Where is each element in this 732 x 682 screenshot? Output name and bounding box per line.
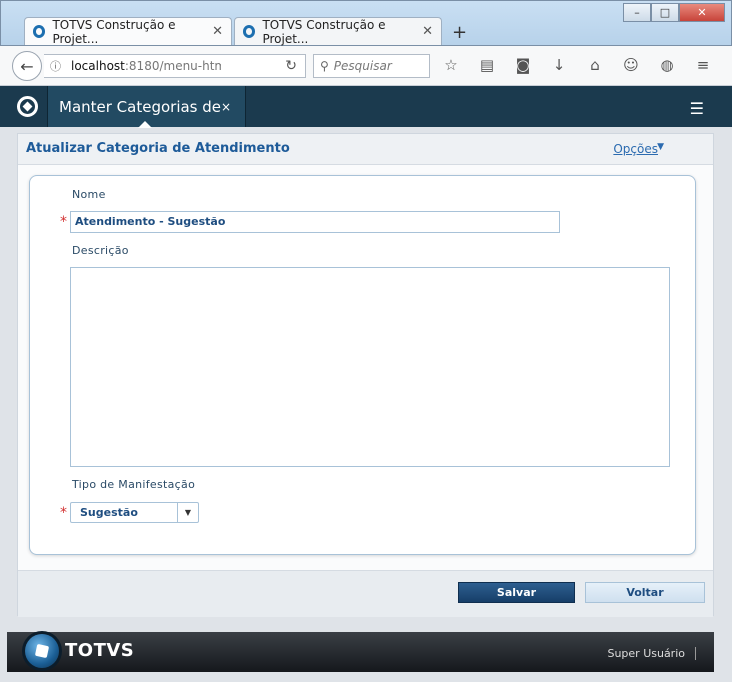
new-tab-button[interactable]: + bbox=[452, 22, 467, 43]
maximize-button[interactable]: □ bbox=[651, 3, 679, 22]
totvs-favicon-icon bbox=[243, 25, 256, 38]
tab-title: TOTVS Construção e Projet... bbox=[262, 17, 386, 46]
download-icon[interactable]: ↓ bbox=[548, 56, 570, 74]
navigation-bar: ← ⓘ localhost:8180/menu-html, ↻ ⚲ Pesqui… bbox=[0, 46, 732, 86]
browser-window: – □ ✕ TOTVS Construção e Projet... ✕ TOT… bbox=[0, 0, 732, 682]
search-placeholder: Pesquisar bbox=[333, 59, 392, 73]
caret-down-icon[interactable]: ▼ bbox=[657, 142, 664, 152]
current-user[interactable]: Super Usuário bbox=[607, 647, 696, 660]
required-marker: * bbox=[60, 505, 67, 521]
info-icon[interactable]: ⓘ bbox=[50, 58, 61, 74]
tipo-manifestacao-select[interactable]: Sugestão ▼ bbox=[70, 502, 199, 523]
app-tab-manter-categorias[interactable]: Manter Categorias de × bbox=[47, 86, 246, 128]
home-icon[interactable]: ⌂ bbox=[584, 56, 606, 74]
nome-label: Nome bbox=[72, 188, 106, 201]
tab-title: TOTVS Construção e Projet... bbox=[52, 17, 176, 46]
form-panel: Atualizar Categoria de Atendimento Opçõe… bbox=[17, 133, 714, 617]
browser-tab-2[interactable]: TOTVS Construção e Projet... ✕ bbox=[234, 17, 442, 46]
totvs-globe-logo-icon bbox=[25, 634, 59, 668]
app-tab-label: Manter Categorias de bbox=[59, 97, 222, 116]
back-arrow-icon[interactable]: ← bbox=[12, 51, 42, 81]
descricao-label: Descrição bbox=[72, 244, 129, 257]
descricao-textarea[interactable] bbox=[70, 267, 670, 467]
bookmark-star-icon[interactable]: ☆ bbox=[440, 56, 462, 74]
close-window-button[interactable]: ✕ bbox=[679, 3, 725, 22]
toolbar-icons: ☆ ▤ ◙ ↓ ⌂ ☺ ◍ ≡ bbox=[440, 56, 714, 74]
actions-bar: Salvar Voltar bbox=[18, 570, 713, 617]
panel-header: Atualizar Categoria de Atendimento Opçõe… bbox=[18, 134, 713, 165]
page-title: Atualizar Categoria de Atendimento bbox=[26, 141, 290, 156]
back-button[interactable]: Voltar bbox=[585, 582, 705, 603]
close-app-tab-icon[interactable]: × bbox=[221, 100, 231, 114]
app-footer: TOTVS Super Usuário bbox=[7, 632, 714, 672]
url-bar[interactable]: ⓘ localhost:8180/menu-html, ↻ bbox=[44, 54, 306, 78]
totvs-favicon-icon bbox=[33, 25, 46, 38]
url-text: localhost:8180/menu-html, bbox=[71, 59, 221, 73]
category-form: Nome * Atendimento - Sugestão Descrição … bbox=[29, 175, 696, 555]
search-icon: ⚲ bbox=[320, 59, 329, 73]
chevron-down-icon[interactable]: ▼ bbox=[177, 503, 198, 522]
close-tab-icon[interactable]: ✕ bbox=[422, 24, 433, 39]
minimize-button[interactable]: – bbox=[623, 3, 651, 22]
reading-list-icon[interactable]: ▤ bbox=[476, 56, 498, 74]
nome-field[interactable]: Atendimento - Sugestão bbox=[70, 211, 560, 233]
menu-icon[interactable]: ≡ bbox=[692, 56, 714, 74]
hamburger-menu-icon[interactable]: ☰ bbox=[690, 99, 704, 118]
select-value: Sugestão bbox=[80, 506, 138, 519]
footer-brand: TOTVS bbox=[65, 640, 135, 661]
reload-icon[interactable]: ↻ bbox=[285, 58, 297, 74]
pocket-icon[interactable]: ◙ bbox=[512, 56, 534, 74]
chat-icon[interactable]: ☺ bbox=[620, 56, 642, 74]
window-controls: – □ ✕ bbox=[623, 3, 725, 22]
browser-tab-1[interactable]: TOTVS Construção e Projet... ✕ bbox=[24, 17, 232, 46]
options-link[interactable]: Opções bbox=[613, 142, 658, 156]
close-tab-icon[interactable]: ✕ bbox=[212, 24, 223, 39]
app-header: Manter Categorias de × ☰ bbox=[0, 86, 732, 128]
required-marker: * bbox=[60, 214, 67, 230]
globe-icon[interactable]: ◍ bbox=[656, 56, 678, 74]
search-input[interactable]: ⚲ Pesquisar bbox=[313, 54, 430, 78]
save-button[interactable]: Salvar bbox=[458, 582, 575, 603]
tipo-manifestacao-label: Tipo de Manifestação bbox=[72, 478, 196, 491]
active-tab-notch bbox=[138, 121, 152, 128]
totvs-logo-icon[interactable] bbox=[17, 96, 38, 117]
